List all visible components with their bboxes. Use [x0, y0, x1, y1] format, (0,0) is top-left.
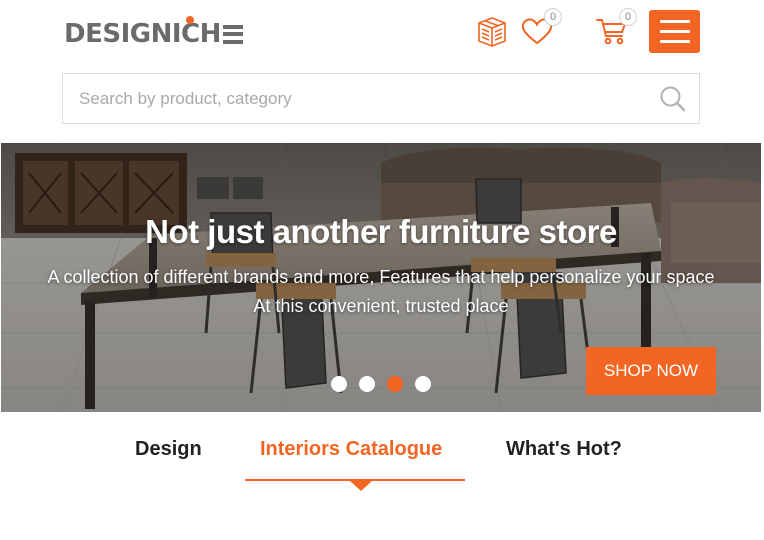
tab-interiors-catalogue[interactable]: Interiors Catalogue — [260, 438, 442, 461]
active-tab-caret — [350, 481, 372, 491]
brand-logo[interactable]: DESIGNICH — [64, 14, 243, 54]
hero-subtitle-line-1: A collection of different brands and mor… — [47, 267, 715, 287]
search-input[interactable] — [63, 74, 643, 123]
hamburger-menu-button[interactable] — [649, 10, 700, 53]
carousel-dots — [331, 376, 431, 392]
hero-subtitle-line-2: At this convenient, trusted place — [253, 296, 509, 316]
logo-wordmark: DESIGNICH — [64, 19, 221, 49]
tab-whats-hot[interactable]: What's Hot? — [506, 438, 622, 461]
tab-design[interactable]: Design — [135, 438, 202, 461]
search-icon[interactable] — [659, 85, 687, 118]
logo-e-bars — [222, 24, 243, 44]
shop-now-button[interactable]: SHOP NOW — [586, 347, 716, 395]
category-tabs: Design Interiors Catalogue What's Hot? — [0, 420, 764, 500]
wishlist-count-badge: 0 — [544, 8, 562, 26]
carousel-dot-3[interactable] — [387, 376, 403, 392]
carousel-dot-4[interactable] — [415, 376, 431, 392]
carousel-dot-2[interactable] — [359, 376, 375, 392]
carousel-dot-1[interactable] — [331, 376, 347, 392]
search-bar — [62, 73, 700, 124]
catalogue-icon[interactable] — [475, 16, 509, 53]
hero-banner: Not just another furniture store A colle… — [1, 143, 761, 412]
hamburger-menu-icon — [659, 20, 690, 23]
hero-title: Not just another furniture store — [145, 213, 617, 250]
cart-count-badge: 0 — [619, 8, 637, 26]
logo-accent-dot — [186, 16, 194, 24]
site-header: DESIGNICH 0 0 — [0, 0, 764, 70]
